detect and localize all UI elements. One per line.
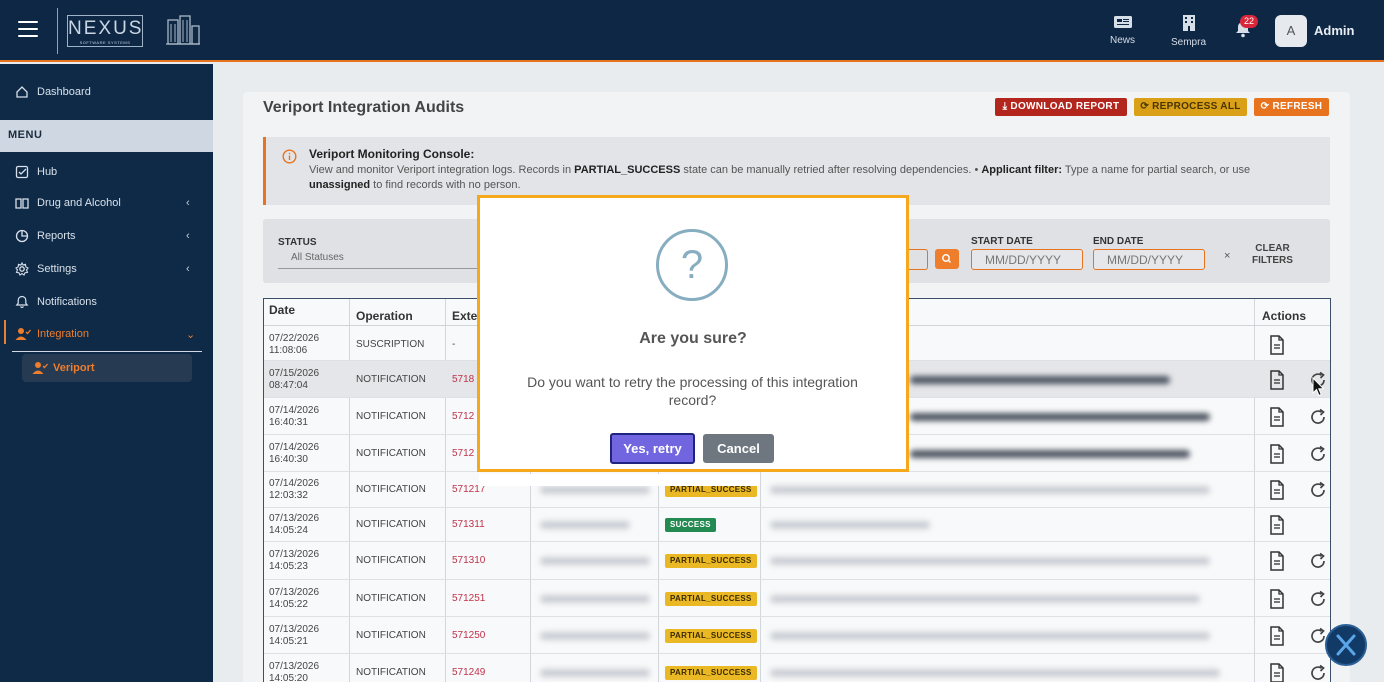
cancel-button[interactable]: Cancel <box>703 434 774 463</box>
assistant-fab[interactable] <box>1325 624 1367 666</box>
mouse-cursor-icon <box>1312 377 1325 397</box>
x-logo-icon <box>1336 634 1356 656</box>
confirm-retry-button[interactable]: Yes, retry <box>610 433 695 464</box>
dialog-message: Do you want to retry the processing of t… <box>527 374 858 408</box>
modal-shadow-strip <box>479 474 760 486</box>
dialog-title: Are you sure? <box>639 330 747 347</box>
question-icon: ? <box>656 229 728 301</box>
